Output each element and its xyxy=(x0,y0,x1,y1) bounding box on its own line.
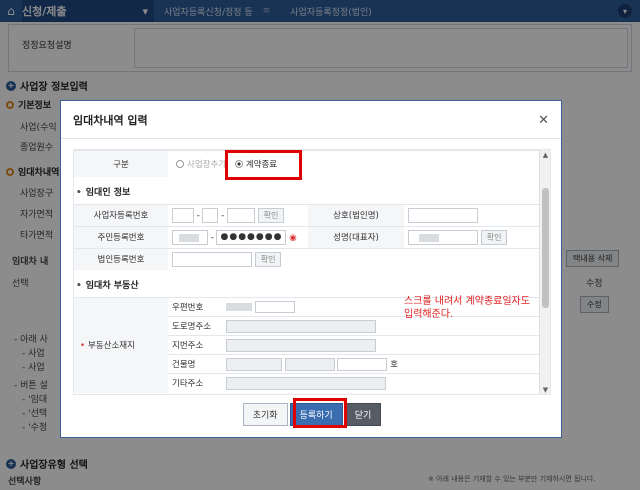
radio-add-business[interactable]: 사업장추가 xyxy=(176,160,229,170)
highlight-register-button xyxy=(293,398,347,428)
road-address-label: 도로명주소 xyxy=(168,316,222,336)
radio-icon xyxy=(176,160,184,169)
close-button[interactable]: 닫기 xyxy=(344,403,382,426)
road-address-input[interactable] xyxy=(226,319,376,333)
scroll-down-icon[interactable]: ▼ xyxy=(541,386,550,394)
biz-reg-no-label: 사업자등록번호 xyxy=(74,203,168,226)
building-input[interactable] xyxy=(226,357,282,371)
ho-label: 호 xyxy=(390,359,398,370)
keypad-icon[interactable]: ◉ xyxy=(289,233,296,243)
representative-label: 성명(대표자) xyxy=(308,225,404,248)
annotation-line-2: 입력해준다. xyxy=(404,309,454,320)
type-label: 구분 xyxy=(74,150,168,177)
close-icon[interactable]: ✕ xyxy=(538,113,549,128)
company-name-label: 상호(법인명) xyxy=(308,203,404,226)
biz-reg-no-part3[interactable] xyxy=(226,207,255,223)
lease-entry-dialog: 임대차내역 입력 ✕ 구분 사업장추가 계약종료 임대인 정보 사업자등록번호 xyxy=(60,100,562,438)
other-address-label: 기타주소 xyxy=(168,373,222,393)
corp-reg-no-label: 법인등록번호 xyxy=(74,247,168,270)
annotation-line-1: 스크롤 내려서 계약종료일자도 xyxy=(404,296,530,307)
building-label: 건물명 xyxy=(168,354,222,374)
scroll-up-icon[interactable]: ▲ xyxy=(541,151,550,160)
property-heading: 임대차 부동산 xyxy=(74,270,550,297)
radio-add-label: 사업장추가 xyxy=(187,159,227,170)
biz-reg-no-part2[interactable] xyxy=(202,207,219,223)
property-location-cell: • 부동산소재지 xyxy=(74,297,168,393)
resident-no-label: 주민등록번호 xyxy=(74,225,168,248)
lot-address-input[interactable] xyxy=(226,338,376,352)
building-ho-input[interactable] xyxy=(337,357,388,371)
representative-input[interactable] xyxy=(408,229,478,245)
required-icon: • xyxy=(80,341,86,352)
building-dong-input[interactable] xyxy=(284,357,335,371)
annotation-text: 스크롤 내려서 계약종료일자도 입력해준다. xyxy=(404,295,530,321)
corp-reg-confirm-button[interactable]: 확인 xyxy=(254,251,282,267)
blurred-value xyxy=(419,233,439,242)
biz-reg-no-part1[interactable] xyxy=(172,207,194,223)
type-table: 구분 사업장추가 계약종료 xyxy=(74,150,540,177)
resident-no-front[interactable] xyxy=(172,229,208,245)
reset-button[interactable]: 초기화 xyxy=(242,403,288,426)
dialog-title: 임대차내역 입력 xyxy=(61,101,561,139)
blurred-value xyxy=(179,233,199,242)
lessor-table: 사업자등록번호 - - 확인 상호(법인명) 주민등록번호 - ●●●●●●● … xyxy=(74,203,540,270)
zip-code-input[interactable] xyxy=(254,301,295,313)
lessor-heading: 임대인 정보 xyxy=(74,177,550,204)
dialog-scroll-area[interactable]: 구분 사업장추가 계약종료 임대인 정보 사업자등록번호 - - xyxy=(73,149,551,395)
company-name-input[interactable] xyxy=(408,207,478,223)
representative-confirm-button[interactable]: 확인 xyxy=(480,229,508,245)
other-address-input[interactable] xyxy=(226,376,386,390)
highlight-contract-end xyxy=(225,150,302,180)
scroll-thumb[interactable] xyxy=(542,188,549,308)
lot-address-label: 지번주소 xyxy=(168,335,222,355)
scrollbar[interactable]: ▲ ▼ xyxy=(539,150,550,394)
resident-no-back[interactable]: ●●●●●●● xyxy=(216,229,287,245)
zip-code-label: 우편번호 xyxy=(168,297,222,317)
blurred-value xyxy=(226,303,252,311)
corp-reg-no-input[interactable] xyxy=(172,251,252,267)
property-location-label: 부동산소재지 xyxy=(88,341,135,352)
biz-reg-confirm-button[interactable]: 확인 xyxy=(257,207,285,223)
